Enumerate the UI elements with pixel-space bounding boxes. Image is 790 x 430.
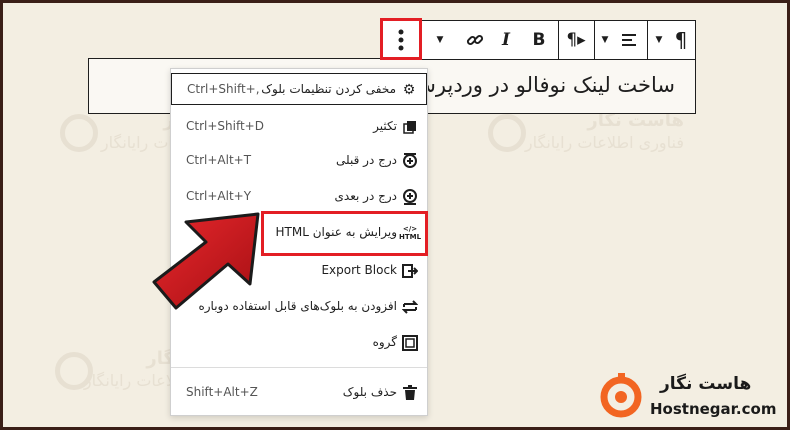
align-icon[interactable] (617, 21, 641, 59)
menu-item-label: درج در بعدی (334, 189, 397, 203)
red-arrow-icon (152, 212, 260, 310)
paragraph-rtl-icon[interactable]: ¶▸ (561, 21, 591, 59)
export-icon (401, 262, 419, 280)
logo-name-en: Hostnegar.com (650, 400, 777, 418)
italic-icon[interactable]: I (493, 21, 519, 59)
highlight-box-edit-html (261, 211, 428, 256)
block-toolbar: ▼ I B ¶▸ ▼ ▼ ¶ (380, 20, 696, 60)
menu-item-label: Export Block (321, 263, 397, 277)
menu-item-insert-before[interactable]: درج در قبلی Ctrl+Alt+T (171, 145, 427, 177)
watermark: هاست نگار فناوری اطلاعات رایانگار (488, 110, 684, 154)
menu-divider (171, 367, 427, 368)
watermark-logo-icon (60, 114, 98, 152)
menu-item-remove-block[interactable]: حذف بلوک Shift+Alt+Z (171, 377, 427, 409)
menu-item-shortcut: Shift+Alt+Z (186, 385, 258, 399)
menu-item-label: مخفی کردن تنظیمات بلوک (261, 82, 396, 96)
hostnegar-logo: هاست نگار Hostnegar.com (598, 372, 776, 422)
menu-item-hide-settings[interactable]: ⚙ مخفی کردن تنظیمات بلوک Ctrl+Shift+, (171, 73, 427, 105)
menu-item-label: گروه (372, 335, 397, 349)
hostnegar-logo-icon (600, 373, 642, 418)
paragraph-icon[interactable]: ¶ (669, 21, 693, 59)
menu-item-label: تکثیر (373, 119, 397, 133)
menu-item-label: درج در قبلی (336, 153, 397, 167)
menu-item-shortcut: Ctrl+Shift+, (187, 82, 260, 96)
chevron-down-icon[interactable]: ▼ (597, 21, 613, 59)
highlight-box-more (380, 18, 422, 60)
insert-before-icon (401, 152, 419, 170)
menu-item-insert-after[interactable]: درج در بعدی Ctrl+Alt+Y (171, 181, 427, 213)
watermark-logo-icon (488, 114, 526, 152)
menu-item-shortcut: Ctrl+Alt+Y (186, 189, 252, 203)
duplicate-icon (401, 118, 419, 136)
watermark-logo-icon (55, 352, 93, 390)
bold-icon[interactable]: B (526, 21, 552, 59)
group-icon (401, 334, 419, 352)
chevron-down-icon[interactable]: ▼ (431, 21, 449, 59)
reusable-icon (401, 298, 419, 316)
menu-item-label: حذف بلوک (342, 385, 397, 399)
insert-after-icon (401, 188, 419, 206)
logo-name-fa: هاست نگار (660, 374, 752, 394)
menu-item-shortcut: Ctrl+Alt+T (186, 153, 252, 167)
gear-icon: ⚙ (402, 82, 416, 98)
chevron-down-icon[interactable]: ▼ (651, 21, 667, 59)
block-text[interactable]: ساخت لینک نوفالو در وردپرس (410, 73, 675, 97)
menu-item-shortcut: Ctrl+Shift+D (186, 119, 264, 133)
link-icon[interactable] (461, 21, 489, 59)
trash-icon (401, 384, 419, 402)
menu-item-group[interactable]: گروه (171, 327, 427, 359)
menu-item-duplicate[interactable]: تکثیر Ctrl+Shift+D (171, 111, 427, 143)
